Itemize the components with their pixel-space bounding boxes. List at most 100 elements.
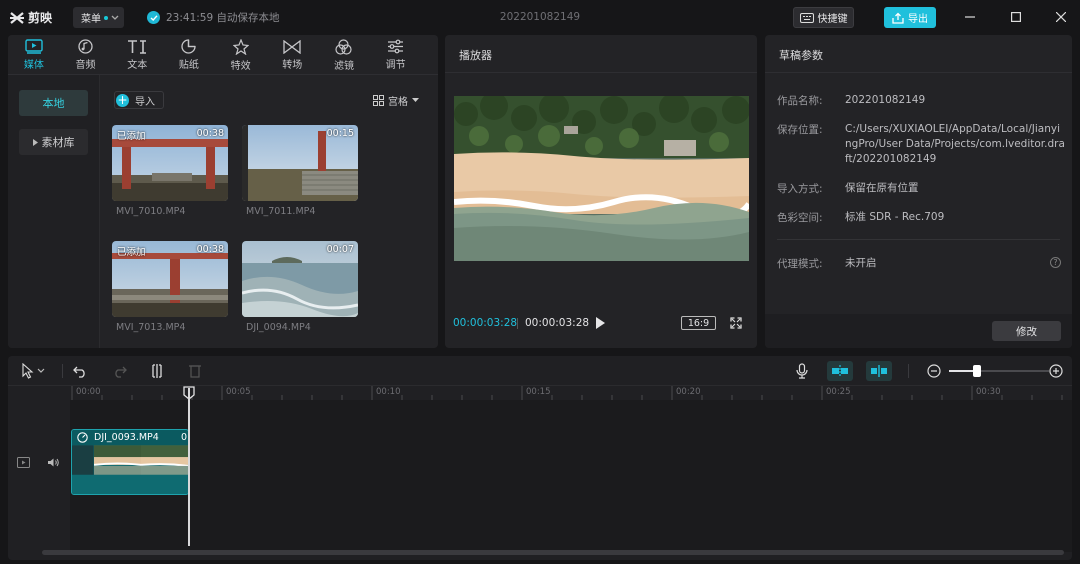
param-row: 色彩空间: 标准 SDR - Rec.709 — [777, 210, 1065, 225]
media-sidebar: 本地 素材库 — [8, 75, 100, 348]
help-icon[interactable]: ? — [1050, 257, 1061, 268]
menu-button[interactable]: 菜单 — [73, 7, 124, 28]
tick-label: 00:00 — [76, 387, 101, 397]
track-area[interactable] — [70, 400, 1072, 552]
tab-transition[interactable]: 转场 — [266, 35, 318, 75]
tool-tabs: 媒体 音频 文本 贴纸 特效 转场 滤镜 调节 — [8, 35, 438, 75]
sticker-icon — [181, 39, 197, 54]
redo-button[interactable] — [112, 363, 128, 379]
view-mode-toggle[interactable]: 宫格 — [373, 93, 419, 108]
save-status: 23:41:59 自动保存本地 — [147, 10, 280, 25]
record-audio-button[interactable] — [794, 363, 810, 379]
sidebar-item-library[interactable]: 素材库 — [19, 129, 88, 155]
shortcut-button[interactable]: 快捷键 — [793, 7, 854, 28]
menu-label: 菜单 — [81, 14, 101, 25]
track-cover-button[interactable] — [17, 457, 30, 471]
select-tool-button[interactable] — [16, 363, 52, 379]
minimize-button[interactable] — [961, 8, 979, 26]
tick-label: 00:20 — [676, 387, 701, 397]
param-key: 代理模式: — [777, 258, 823, 270]
tab-adjust[interactable]: 调节 — [370, 35, 422, 75]
undo-button[interactable] — [72, 363, 88, 379]
clip-audio-strip — [72, 475, 188, 494]
zoom-out-button[interactable] — [926, 363, 942, 379]
zoom-slider[interactable] — [949, 365, 1049, 377]
video-preview[interactable] — [454, 96, 749, 261]
tab-effects[interactable]: 特效 — [215, 35, 267, 75]
tick-label: 00:05 — [226, 387, 251, 397]
text-icon — [128, 40, 147, 54]
param-row: 导入方式: 保留在原有位置 — [777, 181, 1065, 196]
param-key: 保存位置: — [777, 124, 823, 136]
tab-sticker-label: 贴纸 — [178, 60, 199, 71]
tab-adjust-label: 调节 — [385, 60, 406, 71]
tick-label: 00:25 — [826, 387, 851, 397]
minimize-icon — [965, 16, 975, 18]
speaker-icon — [48, 458, 59, 467]
media-item-name: DJI_0094.MP4 — [246, 322, 311, 333]
audio-icon — [78, 39, 93, 54]
media-item[interactable]: 已添加 00:38 — [112, 125, 228, 201]
close-icon — [1056, 12, 1066, 22]
video-clip[interactable]: DJI_0093.MP4 0 — [71, 429, 189, 495]
export-label: 导出 — [908, 14, 928, 25]
sidebar-item-local[interactable]: 本地 — [19, 90, 88, 116]
trash-icon — [189, 365, 201, 378]
import-button[interactable]: + 导入 — [114, 91, 164, 109]
chevron-down-icon — [111, 15, 119, 20]
media-item[interactable]: 00:07 — [242, 241, 358, 317]
duration-badge: 00:15 — [326, 128, 354, 139]
param-row: 作品名称: 202201082149 — [777, 93, 1065, 108]
capcut-logo-icon — [10, 11, 24, 24]
tab-sticker[interactable]: 贴纸 — [163, 35, 215, 75]
ruler-ticks — [71, 386, 1063, 400]
duration-badge: 00:07 — [326, 244, 354, 255]
tab-media[interactable]: 媒体 — [8, 35, 60, 75]
param-key: 作品名称: — [777, 95, 823, 107]
track-mute-button[interactable] — [47, 457, 60, 471]
params-title: 草稿参数 — [765, 35, 1072, 73]
export-button[interactable]: 导出 — [884, 7, 936, 28]
maximize-button[interactable] — [1007, 8, 1025, 26]
aspect-ratio-button[interactable]: 16:9 — [681, 316, 716, 330]
view-mode-label: 宫格 — [388, 97, 408, 108]
adjust-icon — [388, 39, 404, 54]
tab-text[interactable]: 文本 — [111, 35, 163, 75]
timeline-scrollbar[interactable] — [42, 550, 1064, 555]
microphone-icon — [796, 363, 808, 379]
fullscreen-button[interactable] — [730, 317, 742, 332]
param-value: 保留在原有位置 — [845, 182, 919, 194]
check-icon — [147, 11, 160, 24]
playhead[interactable] — [188, 388, 190, 546]
close-button[interactable] — [1052, 8, 1070, 26]
zoom-slider-handle[interactable] — [973, 365, 981, 377]
toolbar-divider — [62, 364, 63, 378]
redo-icon — [115, 366, 127, 378]
timeline-toolbar — [8, 356, 1072, 386]
player-panel: 播放器 00:00:03:28 00:00:03:28 16:9 — [445, 35, 757, 348]
linkage-toggle[interactable] — [866, 361, 892, 381]
link-icon — [871, 365, 887, 377]
time-ruler[interactable]: 00:00 00:05 00:10 00:15 00:20 00:25 00:3… — [70, 386, 1072, 400]
player-title: 播放器 — [445, 35, 757, 73]
tab-audio[interactable]: 音频 — [60, 35, 112, 75]
media-item[interactable]: 00:15 — [242, 125, 358, 201]
delete-button[interactable] — [187, 363, 203, 379]
play-button[interactable] — [594, 316, 606, 333]
param-value: 标准 SDR - Rec.709 — [845, 211, 945, 223]
param-key: 色彩空间: — [777, 212, 823, 224]
auto-snap-toggle[interactable] — [827, 361, 853, 381]
split-button[interactable] — [149, 363, 165, 379]
shortcut-label: 快捷键 — [817, 14, 848, 25]
tab-audio-label: 音频 — [75, 60, 96, 71]
modify-button[interactable]: 修改 — [992, 321, 1061, 341]
zoom-in-button[interactable] — [1048, 363, 1064, 379]
tab-filter[interactable]: 滤镜 — [318, 35, 370, 75]
media-item[interactable]: 已添加 00:38 — [112, 241, 228, 317]
cover-icon — [17, 457, 30, 468]
proxy-mode-row: 代理模式: 未开启 — [777, 256, 1065, 271]
param-value: 未开启 — [845, 257, 877, 269]
clip-thumbnails — [72, 445, 188, 475]
clip-header: DJI_0093.MP4 0 — [72, 430, 188, 445]
zoom-out-icon — [927, 364, 941, 378]
